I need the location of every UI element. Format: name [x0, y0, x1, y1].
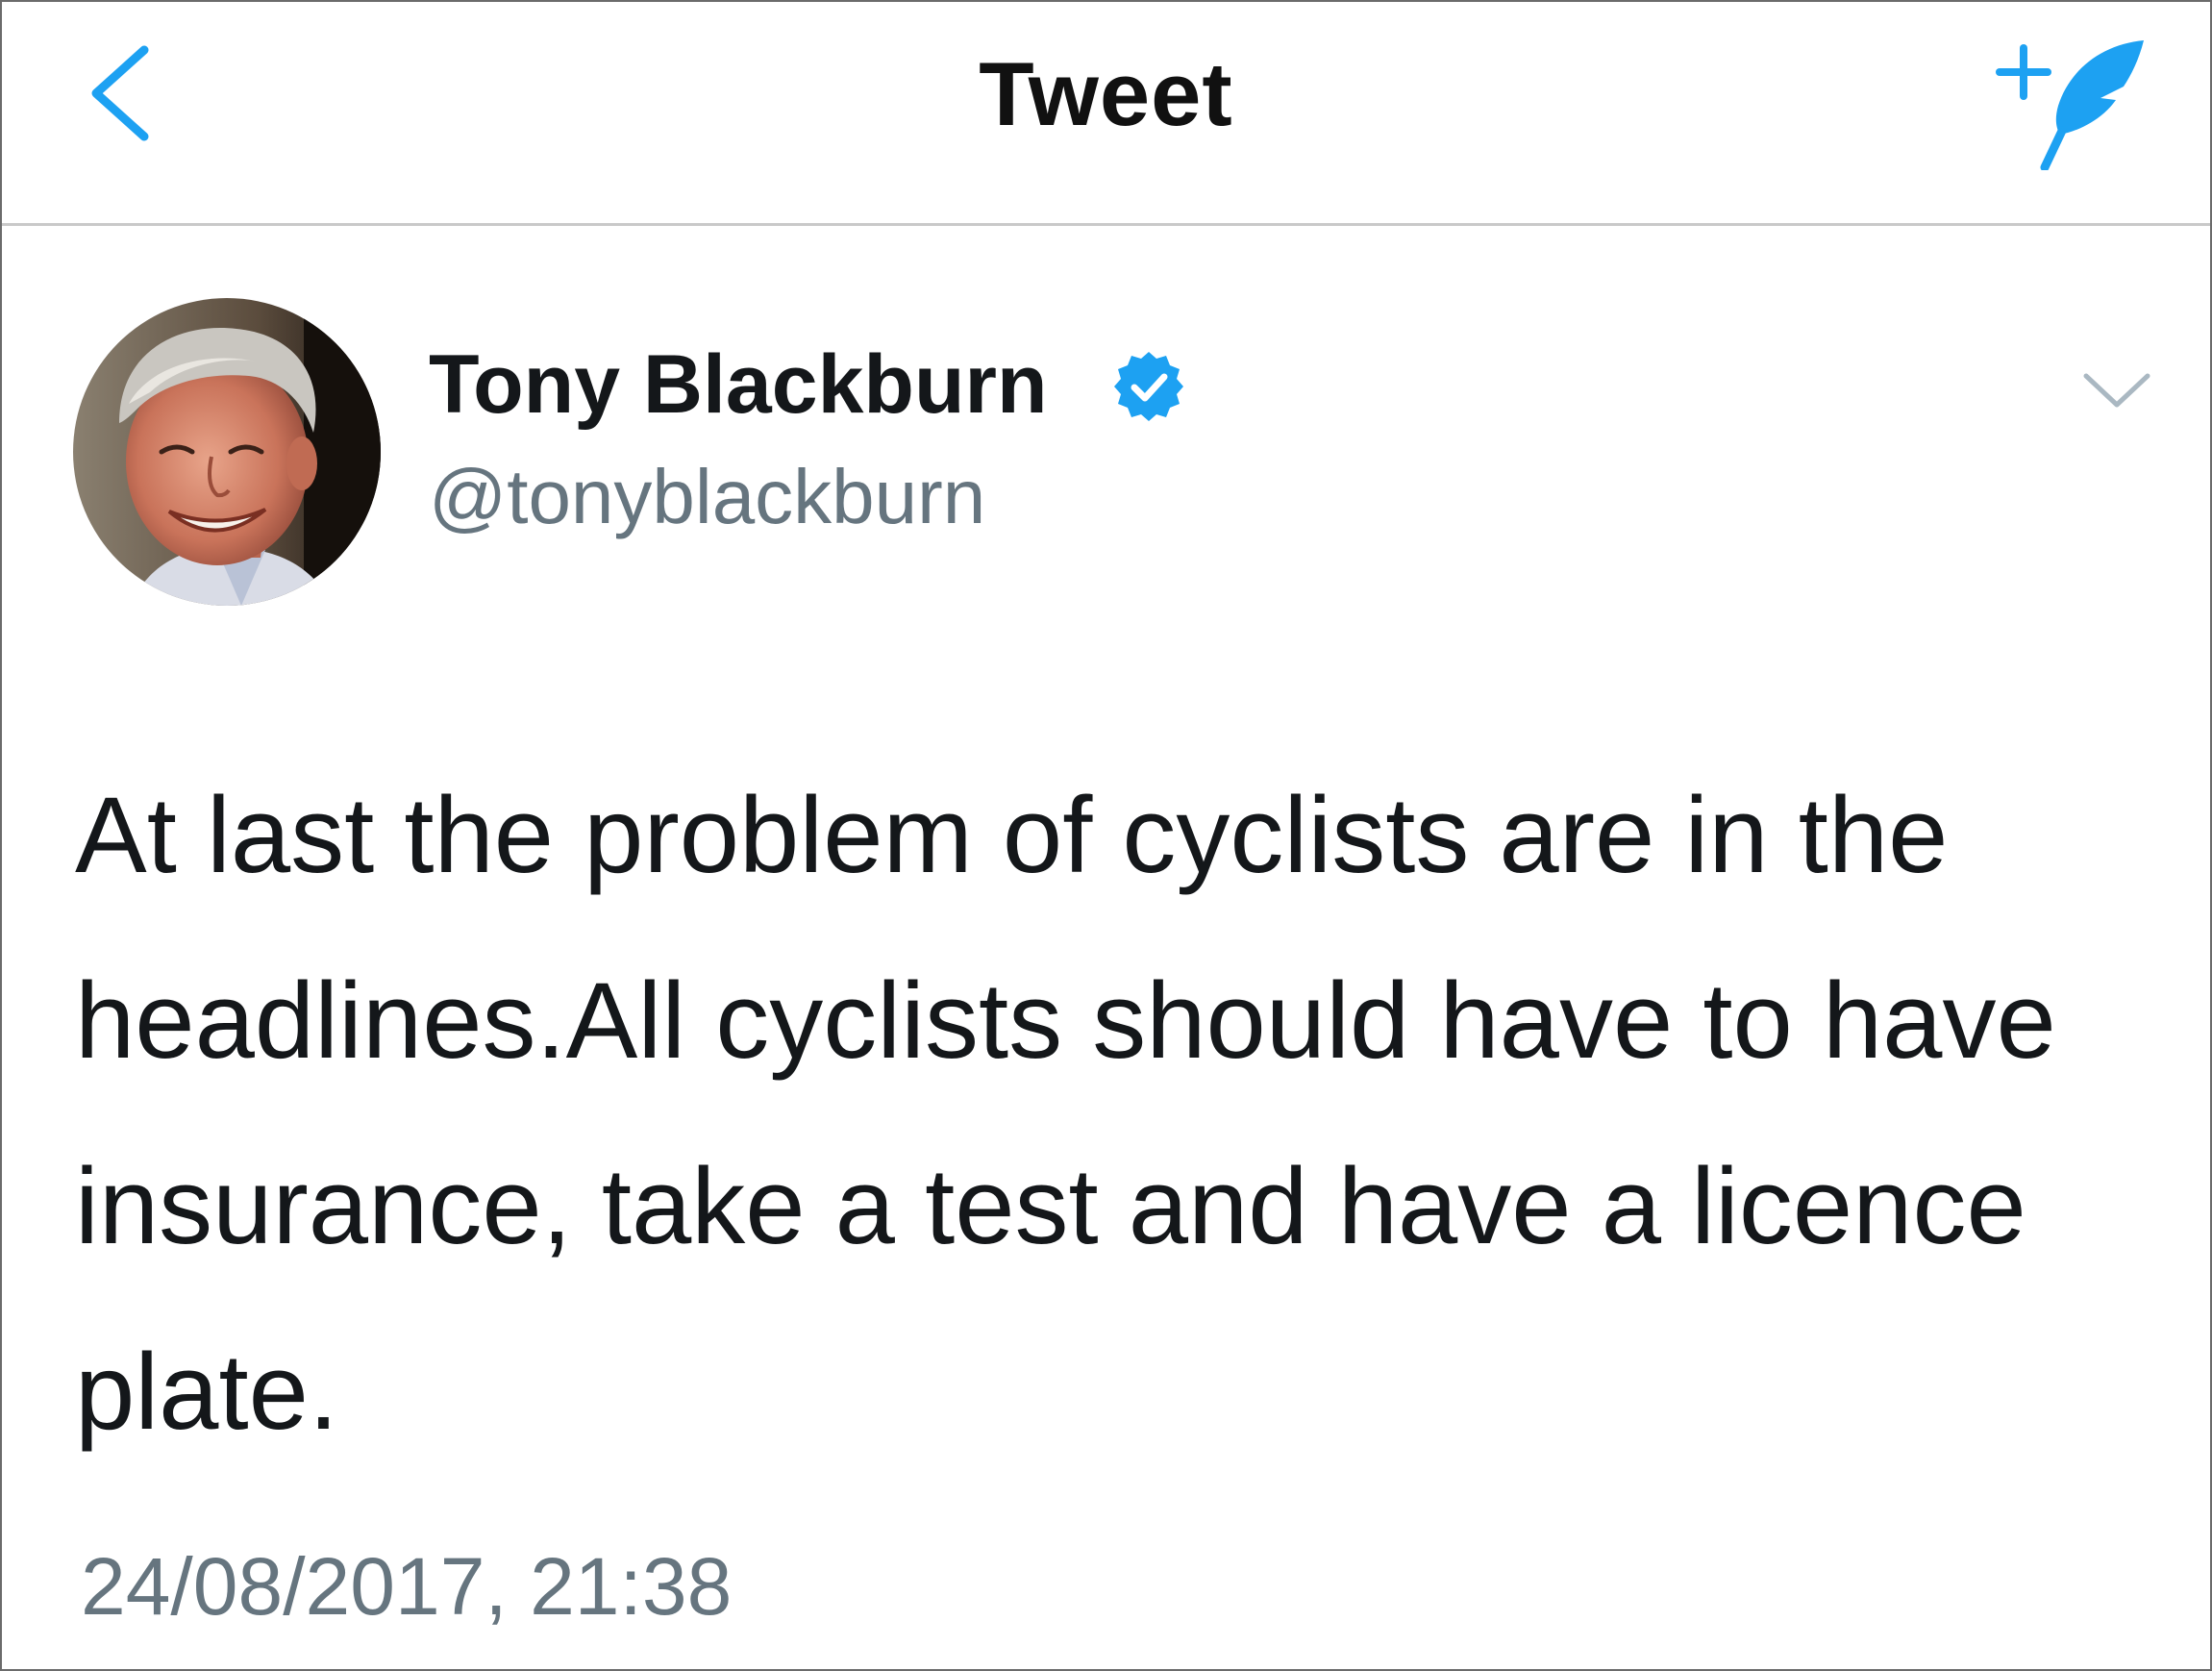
page-title: Tweet — [979, 43, 1233, 144]
chevron-down-icon — [2083, 373, 2150, 408]
navigation-bar: Tweet — [2, 2, 2210, 226]
verified-badge-icon — [1114, 352, 1183, 421]
author-display-name[interactable]: Tony Blackburn — [429, 343, 1048, 426]
compose-tweet-icon — [1996, 40, 2144, 172]
tweet-timestamp: 24/08/2017, 21:38 — [81, 1541, 733, 1632]
tweet-text: At last the problem of cyclists are in t… — [75, 775, 2056, 1452]
avatar[interactable] — [73, 298, 381, 606]
tweet-menu-button[interactable] — [2078, 362, 2155, 420]
profile-photo — [73, 298, 381, 606]
author-handle[interactable]: @tonyblackburn — [429, 459, 985, 536]
tweet-screen: Tweet Tony Blackburn @tonyblackburn At l… — [0, 0, 2212, 1671]
compose-tweet-button[interactable] — [1987, 31, 2150, 172]
